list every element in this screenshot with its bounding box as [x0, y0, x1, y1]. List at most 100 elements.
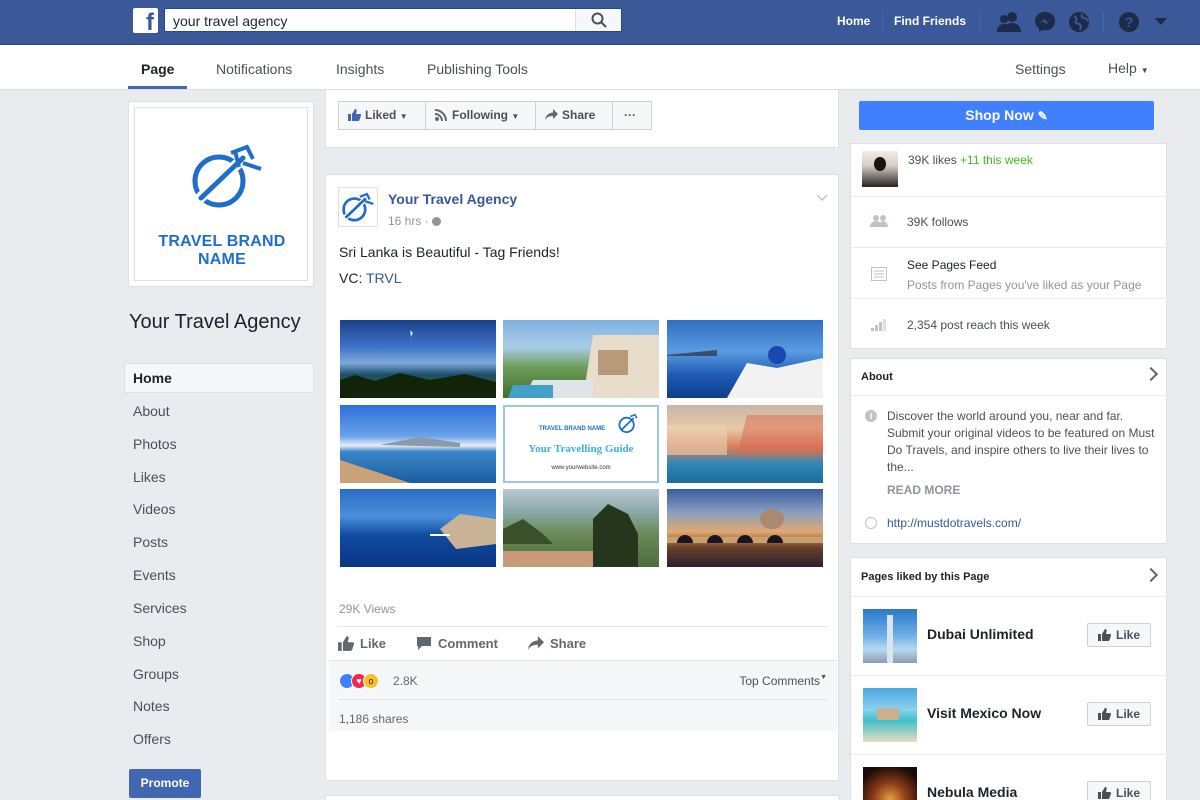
post-options-chevron-icon[interactable]: [816, 194, 828, 202]
post-photo-vatican-bridge[interactable]: [667, 489, 823, 567]
left-nav-services[interactable]: Services: [124, 593, 314, 623]
share-page-label: Share: [562, 108, 596, 122]
post-photo-santorini[interactable]: [667, 320, 823, 398]
liked-button[interactable]: Liked ▼: [338, 101, 426, 130]
pages-feed-subtitle: Posts from Pages you've liked as your Pa…: [907, 278, 1142, 292]
post-share-button[interactable]: Share: [528, 636, 586, 651]
post-author-avatar[interactable]: [338, 187, 378, 227]
share-count-link[interactable]: 1,186 shares: [339, 712, 408, 726]
nav-find-friends-link[interactable]: Find Friends: [894, 14, 966, 28]
left-nav-likes[interactable]: Likes: [124, 462, 314, 492]
likes-count-text: 39K likes: [908, 153, 957, 167]
brand-card-title: Your Travelling Guide: [528, 443, 634, 455]
left-nav-notes[interactable]: Notes: [124, 691, 314, 721]
liked-page-name[interactable]: Visit Mexico Now: [927, 705, 1041, 721]
reaction-count[interactable]: 2.8K: [393, 674, 418, 688]
tab-publishing-tools[interactable]: Publishing Tools: [427, 61, 528, 77]
friend-requests-icon[interactable]: [997, 11, 1021, 33]
post-photo-sea-cliffs[interactable]: [340, 489, 496, 567]
reaction-icons[interactable]: ♥ o: [339, 673, 389, 691]
top-comments-dropdown[interactable]: Top Comments▼: [739, 674, 827, 688]
page-actions-bar: Liked ▼ Following ▼ Share ···: [325, 90, 839, 148]
left-nav-videos[interactable]: Videos: [124, 494, 314, 524]
page-title[interactable]: Your Travel Agency: [129, 311, 301, 334]
globe-icon: [432, 217, 442, 227]
more-options-button[interactable]: ···: [613, 101, 652, 130]
post-credit-link[interactable]: TRVL: [366, 270, 402, 286]
rss-feed-icon: [435, 109, 447, 121]
like-page-button[interactable]: Like: [1087, 781, 1151, 800]
read-more-link[interactable]: READ MORE: [887, 483, 960, 497]
post-like-button[interactable]: Like: [338, 636, 386, 651]
chevron-right-icon[interactable]: [1143, 567, 1159, 583]
likes-count: 39K likes +11 this week: [908, 153, 1033, 167]
post-comment-button[interactable]: Comment: [416, 636, 498, 651]
post-photo-coastal-road[interactable]: [340, 405, 496, 483]
left-nav-offers[interactable]: Offers: [124, 724, 314, 754]
about-heading[interactable]: About: [861, 371, 893, 383]
post-photo-limestone-islands[interactable]: [503, 489, 659, 567]
villa-building-shape: [508, 335, 659, 398]
share-page-button[interactable]: Share: [536, 101, 613, 130]
facebook-logo-icon[interactable]: f: [133, 8, 158, 33]
info-icon: i: [865, 410, 877, 422]
post-photo-villa-terrace[interactable]: [503, 320, 659, 398]
liker-avatar[interactable]: [862, 151, 898, 187]
page-stats-card: 39K likes +11 this week 39K follows See …: [850, 143, 1167, 349]
liked-label: Liked: [365, 108, 397, 122]
account-menu-chevron-icon[interactable]: [1155, 18, 1167, 26]
liked-pages-heading[interactable]: Pages liked by this Page: [861, 571, 989, 583]
like-page-button[interactable]: Like: [1087, 623, 1151, 647]
shop-now-label: Shop Now: [965, 107, 1034, 123]
post-credit-prefix: VC:: [339, 270, 366, 286]
tab-settings[interactable]: Settings: [1015, 61, 1066, 77]
profile-picture[interactable]: TRAVEL BRAND NAME: [128, 101, 314, 287]
liked-page-item: Dubai Unlimited Like: [851, 596, 1167, 676]
search-button[interactable]: [575, 9, 621, 31]
nav-divider: [1103, 12, 1104, 32]
news-feed-icon: [871, 267, 887, 281]
search-box[interactable]: your travel agency: [164, 8, 622, 32]
left-nav-home[interactable]: Home: [124, 363, 314, 393]
nav-home-link[interactable]: Home: [837, 14, 870, 28]
like-page-button[interactable]: Like: [1087, 702, 1151, 726]
left-nav-photos[interactable]: Photos: [124, 429, 314, 459]
post-author-name[interactable]: Your Travel Agency: [388, 191, 517, 207]
chevron-right-icon[interactable]: [1143, 366, 1159, 382]
liked-page-thumbnail[interactable]: [863, 609, 917, 663]
left-nav-about[interactable]: About: [124, 396, 314, 426]
pages-feed-title[interactable]: See Pages Feed: [907, 258, 996, 272]
tab-notifications[interactable]: Notifications: [216, 61, 292, 77]
post-timestamp[interactable]: 16 hrs ·: [388, 214, 442, 228]
like-page-label: Like: [1116, 707, 1141, 721]
pages-feed-row[interactable]: See Pages Feed Posts from Pages you've l…: [851, 247, 1167, 298]
messenger-icon[interactable]: [1034, 11, 1056, 33]
liked-page-name[interactable]: Dubai Unlimited: [927, 626, 1034, 642]
left-nav-events[interactable]: Events: [124, 560, 314, 590]
left-nav-shop[interactable]: Shop: [124, 626, 314, 656]
post-feedback-area: ♥ o 2.8K Top Comments▼ 1,186 shares: [329, 660, 837, 731]
post-photo-harbor-town[interactable]: [667, 405, 823, 483]
post-photo-brand-card[interactable]: TRAVEL BRAND NAME Your Travelling Guide …: [503, 405, 659, 483]
liked-page-name[interactable]: Nebula Media: [927, 784, 1017, 800]
following-button[interactable]: Following ▼: [426, 101, 536, 130]
left-nav-groups[interactable]: Groups: [124, 659, 314, 689]
tab-help[interactable]: Help ▼: [1108, 60, 1149, 76]
notifications-globe-icon[interactable]: [1068, 11, 1090, 33]
dome-bridge-shape: [667, 509, 823, 543]
likes-weekly-delta: +11 this week: [960, 153, 1033, 167]
website-link[interactable]: http://mustdotravels.com/: [887, 516, 1021, 530]
next-post-card-edge: [325, 795, 839, 800]
shop-now-button[interactable]: Shop Now ✎: [859, 101, 1154, 130]
search-input[interactable]: your travel agency: [173, 13, 287, 29]
liked-page-thumbnail[interactable]: [863, 688, 917, 742]
promote-button[interactable]: Promote: [129, 769, 201, 798]
post-photo-storm-beach[interactable]: [340, 320, 496, 398]
tab-insights[interactable]: Insights: [336, 61, 384, 77]
left-nav-posts[interactable]: Posts: [124, 527, 314, 557]
airplane-globe-logo-icon: [618, 413, 638, 433]
tab-page[interactable]: Page: [141, 61, 174, 77]
share-arrow-icon: [545, 109, 558, 120]
quick-help-icon[interactable]: ?: [1118, 11, 1140, 33]
liked-page-thumbnail[interactable]: [863, 767, 917, 800]
